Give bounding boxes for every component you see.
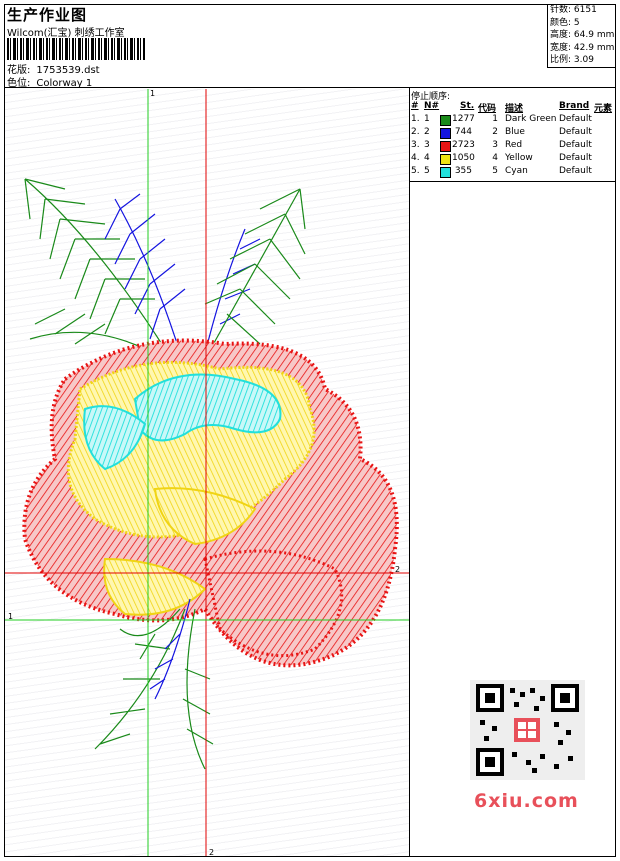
stat-stitches: 针数: 6151 — [550, 5, 597, 15]
row-stitches: 1277 — [452, 114, 475, 124]
stat-scale: 比例: 3.09 — [550, 55, 594, 65]
row-hash: 2. — [411, 127, 420, 137]
row-description: Yellow — [505, 153, 533, 163]
table-row[interactable]: 1. 1 1277 1 Dark Green Default — [410, 114, 616, 127]
qr-code-icon — [470, 680, 585, 780]
row-brand: Default — [559, 114, 592, 124]
row-hash: 3. — [411, 140, 420, 150]
stat-height: 高度: 64.9 mm — [550, 30, 615, 40]
row-code: 4 — [492, 153, 498, 163]
table-row[interactable]: 2. 2 744 2 Blue Default — [410, 127, 616, 140]
leaf-top-right — [204, 188, 306, 360]
row-code: 3 — [492, 140, 498, 150]
color-swatch — [440, 154, 451, 165]
col-brand: Brand — [559, 101, 590, 111]
table-row[interactable]: 4. 4 1050 4 Yellow Default — [410, 153, 616, 166]
col-description: 描述 — [505, 104, 524, 114]
color-swatch — [440, 115, 451, 126]
rose-body — [22, 338, 399, 668]
stat-colors: 颜色: 5 — [550, 17, 580, 28]
row-stitches: 1050 — [452, 153, 475, 163]
header: 生产作业图 Wilcom(汇宝) 刺绣工作室 花版: 1753539.dst 色位… — [4, 4, 616, 89]
row-description: Blue — [505, 127, 525, 137]
guide-label-v2: 2 — [209, 848, 214, 856]
table-row[interactable]: 5. 5 355 5 Cyan Default — [410, 166, 616, 179]
row-stitches: 744 — [454, 127, 472, 137]
guide-label-h2: 2 — [395, 565, 400, 574]
color-swatch — [440, 167, 451, 178]
row-stitches: 2723 — [452, 140, 475, 150]
row-brand: Default — [559, 153, 592, 163]
panel-rule — [410, 181, 616, 182]
stats-box: 针数: 6151 颜色: 5 高度: 64.9 mm 宽度: 42.9 mm 比… — [547, 4, 616, 68]
colorway-value: Colorway 1 — [36, 78, 93, 89]
table-row[interactable]: 3. 3 2723 3 Red Default — [410, 140, 616, 153]
row-number: 5 — [424, 166, 430, 176]
stat-width: 宽度: 42.9 mm — [550, 42, 615, 53]
row-description: Dark Green — [505, 114, 557, 124]
col-code: 代码 — [478, 104, 497, 114]
row-hash: 4. — [411, 153, 420, 163]
row-code: 1 — [492, 114, 498, 124]
row-code: 5 — [492, 166, 498, 176]
col-hash: # — [411, 101, 419, 111]
stem-leaves — [94, 608, 214, 770]
design-canvas[interactable]: 1 2 1 2 — [5, 89, 409, 856]
row-hash: 5. — [411, 166, 420, 176]
col-element: 元素 — [594, 104, 613, 114]
row-hash: 1. — [411, 114, 420, 124]
color-swatch — [440, 128, 451, 139]
colorway-info: 色位: Colorway 1 — [7, 74, 92, 89]
row-number: 2 — [424, 127, 430, 137]
barcode-icon — [7, 38, 145, 60]
company-name: Wilcom(汇宝) 刺绣工作室 — [7, 28, 125, 39]
row-code: 2 — [492, 127, 498, 137]
page-title: 生产作业图 — [7, 6, 88, 24]
colorway-label: 色位: — [7, 78, 31, 89]
row-brand: Default — [559, 127, 592, 137]
color-swatch — [440, 141, 451, 152]
watermark-text: 6xiu.com — [474, 790, 579, 812]
guide-label-v1: 1 — [150, 89, 155, 98]
row-brand: Default — [559, 166, 592, 176]
row-stitches: 355 — [454, 166, 472, 176]
row-number: 1 — [424, 114, 430, 124]
row-number: 4 — [424, 153, 430, 163]
col-no: N# — [424, 101, 440, 111]
row-number: 3 — [424, 140, 430, 150]
guide-label-h1: 1 — [8, 612, 13, 621]
row-brand: Default — [559, 140, 592, 150]
row-description: Red — [505, 140, 523, 150]
embroidery-preview: 1 2 1 2 — [5, 89, 409, 856]
leaf-top-left — [24, 178, 166, 360]
row-description: Cyan — [505, 166, 528, 176]
col-stitches: St. — [460, 101, 475, 111]
